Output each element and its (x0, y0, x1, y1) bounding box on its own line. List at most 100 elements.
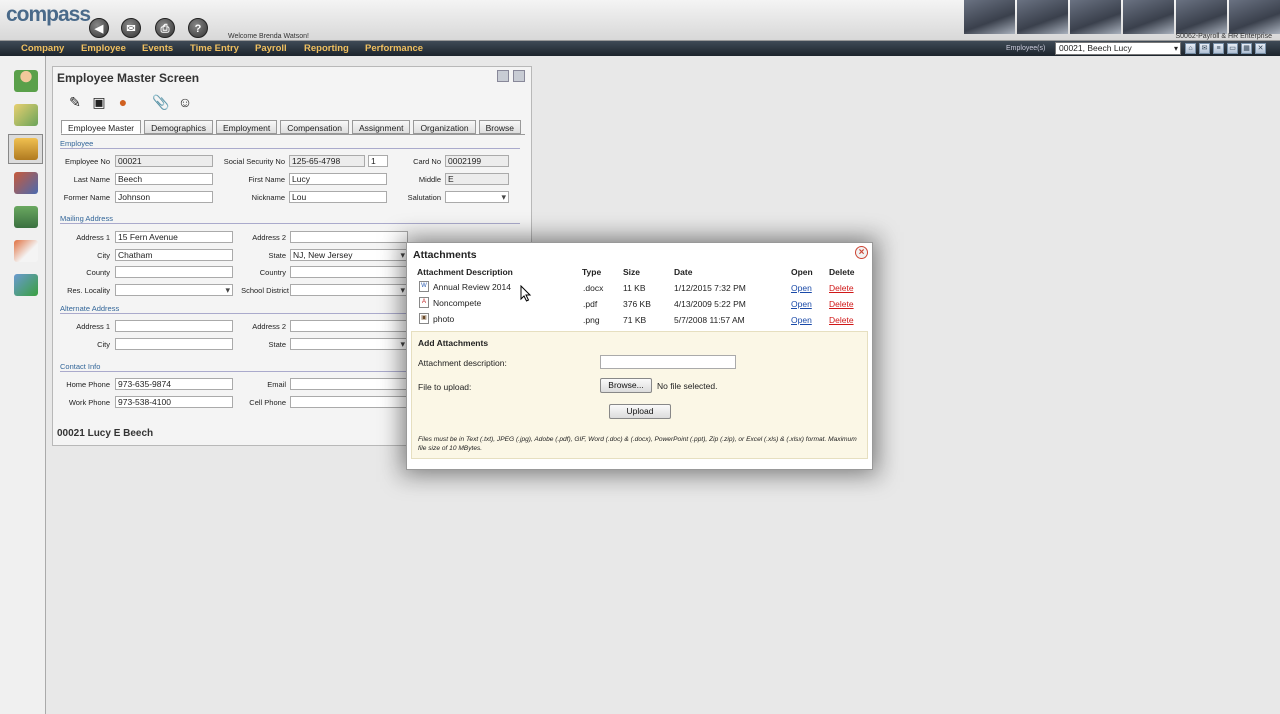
employee-summary-name: 00021 Lucy E Beech (57, 428, 154, 439)
former-name-field[interactable]: Johnson (115, 191, 213, 203)
attachments-icon[interactable]: 📎 (151, 92, 171, 112)
list-icon[interactable]: ≡ (1213, 43, 1224, 54)
sidebar-cash-button[interactable] (8, 202, 43, 232)
menu-reporting[interactable]: Reporting (304, 43, 349, 54)
city-field[interactable]: Chatham (115, 249, 233, 261)
menu-company[interactable]: Company (21, 43, 64, 54)
attachment-date: 4/13/2009 5:22 PM (674, 299, 746, 309)
label-last-name: Last Name (73, 175, 110, 184)
label-nickname: Nickname (251, 193, 285, 202)
section-alternate-address: Alternate Address (60, 304, 120, 313)
alt-address2-field[interactable] (290, 320, 408, 332)
menu-time-entry[interactable]: Time Entry (190, 43, 239, 54)
close-icon[interactable]: × (855, 246, 868, 259)
label-country: Country (259, 268, 286, 277)
tile-icon[interactable]: ▦ (1241, 43, 1252, 54)
open-link[interactable]: Open (791, 283, 812, 293)
help-icon[interactable]: ? (188, 18, 208, 38)
people-icon[interactable]: ☺ (175, 92, 195, 112)
print-icon[interactable] (513, 70, 525, 82)
label-salutation: Salutation (407, 193, 441, 202)
tab-browse[interactable]: Browse (478, 120, 521, 134)
sidebar-employee-button[interactable] (8, 66, 43, 96)
alt-state-select[interactable] (290, 338, 408, 350)
col-date: Date (674, 267, 693, 277)
res-locality-select[interactable] (115, 284, 233, 296)
home-phone-field[interactable]: 973-635-9874 (115, 378, 233, 390)
attachment-description-input[interactable] (600, 355, 736, 369)
back-icon[interactable]: ◀ (89, 18, 109, 38)
employee-select[interactable]: 00021, Beech Lucy ▾ (1055, 42, 1181, 55)
alt-address1-field[interactable] (115, 320, 233, 332)
county-field[interactable] (115, 266, 233, 278)
attachment-type: .docx (583, 283, 604, 293)
panel-title: Employee Master Screen (57, 71, 200, 85)
delete-link[interactable]: Delete (829, 315, 854, 325)
tab-employee-master[interactable]: Employee Master (61, 120, 142, 134)
pdf-icon: A (419, 297, 429, 308)
mouse-cursor-icon (520, 285, 532, 302)
last-name-field[interactable]: Beech (115, 173, 213, 185)
tab-assignment[interactable]: Assignment (352, 120, 411, 134)
home-icon[interactable]: ⌂ (1185, 43, 1196, 54)
menu-employee[interactable]: Employee (81, 43, 126, 54)
window-icon[interactable]: ▭ (1227, 43, 1238, 54)
add-attachments-title: Add Attachments (418, 338, 489, 348)
menu-events[interactable]: Events (142, 43, 173, 54)
attachment-description: photo (433, 314, 455, 324)
delete-link[interactable]: Delete (829, 283, 854, 293)
tab-organization[interactable]: Organization (413, 120, 476, 134)
menu-payroll[interactable]: Payroll (255, 43, 287, 54)
mail-icon[interactable]: ✉ (1199, 43, 1210, 54)
address2-field[interactable] (290, 231, 408, 243)
upload-button[interactable]: Upload (609, 404, 671, 419)
middle-field[interactable]: E (445, 173, 509, 185)
tab-compensation[interactable]: Compensation (280, 120, 350, 134)
delete-link[interactable]: Delete (829, 299, 854, 309)
close-icon[interactable]: ✕ (1255, 43, 1266, 54)
file-format-note: Files must be in Text (.txt), JPEG (.jpg… (418, 436, 857, 452)
first-name-field[interactable]: Lucy (289, 173, 387, 185)
employee-no-field[interactable]: 00021 (115, 155, 213, 167)
label-alt-city: City (97, 340, 110, 349)
save-icon[interactable]: ▣ (89, 92, 109, 112)
cancel-icon[interactable]: ● (113, 92, 133, 112)
tab-demographics[interactable]: Demographics (144, 120, 213, 134)
work-phone-field[interactable]: 973-538-4100 (115, 396, 233, 408)
card-no-field[interactable]: 0002199 (445, 155, 509, 167)
ssn-field[interactable]: 125-65-4798 (289, 155, 365, 167)
country-field[interactable] (290, 266, 408, 278)
tab-employment[interactable]: Employment (215, 120, 278, 134)
sidebar-checklist-button[interactable] (8, 270, 43, 300)
address1-field[interactable]: 15 Fern Avenue (115, 231, 233, 243)
word-doc-icon: W (419, 281, 429, 292)
help-desk-icon[interactable]: ✉ (121, 18, 141, 38)
add-attachments-section: Add Attachments Attachment description: … (411, 331, 868, 459)
ssn-suffix-field[interactable]: 1 (368, 155, 388, 167)
sidebar-payroll-button[interactable] (8, 100, 43, 130)
attachment-size: 376 KB (623, 299, 651, 309)
menu-performance[interactable]: Performance (365, 43, 423, 54)
sidebar-reports-button[interactable] (8, 168, 43, 198)
sidebar-documents-button[interactable] (8, 236, 43, 266)
browse-button[interactable]: Browse... (600, 378, 652, 393)
label-alt-address2: Address 2 (252, 322, 286, 331)
salutation-select[interactable] (445, 191, 509, 203)
cell-phone-field[interactable] (290, 396, 408, 408)
email-field[interactable] (290, 378, 408, 390)
alt-city-field[interactable] (115, 338, 233, 350)
print-icon[interactable]: ⎙ (155, 18, 175, 38)
open-link[interactable]: Open (791, 299, 812, 309)
export-icon[interactable] (497, 70, 509, 82)
edit-icon[interactable]: ✎ (65, 92, 85, 112)
label-card-no: Card No (413, 157, 441, 166)
state-select[interactable]: NJ, New Jersey (290, 249, 408, 261)
attachment-type: .pdf (583, 299, 598, 309)
school-district-select[interactable] (290, 284, 408, 296)
open-link[interactable]: Open (791, 315, 812, 325)
section-employee: Employee (60, 139, 94, 148)
sidebar-compensation-button[interactable] (8, 134, 43, 164)
file-to-upload-label: File to upload: (418, 382, 472, 392)
nickname-field[interactable]: Lou (289, 191, 387, 203)
panel-tabs: Employee Master Demographics Employment … (61, 120, 521, 134)
